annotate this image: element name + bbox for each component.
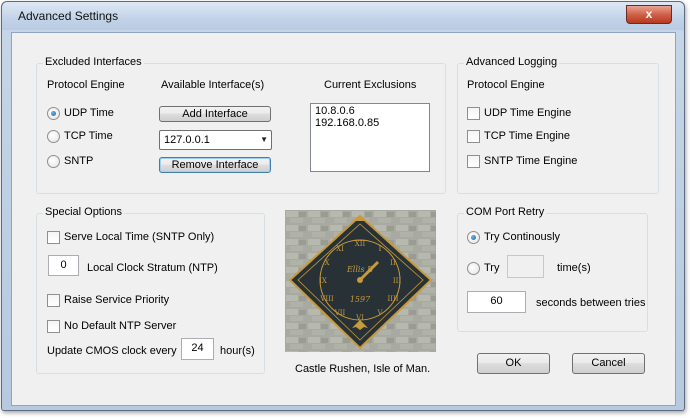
svg-text:V: V [376,309,383,317]
tcp-time-radio[interactable] [47,130,60,143]
raise-service-priority-label[interactable]: Raise Service Priority [64,294,169,306]
udp-time-radio[interactable] [47,107,60,120]
com-port-retry-group: COM Port Retry Try Continously Try time(… [457,206,648,332]
serve-local-time-checkbox[interactable] [47,231,60,244]
cmos-hours-input[interactable]: 24 [181,338,214,360]
udp-time-label[interactable]: UDP Time [64,107,114,119]
clock-image: XII I II III IIII V VI VII VIII IX X XI … [285,210,436,352]
udp-time-engine-checkbox[interactable] [467,107,480,120]
svg-text:X: X [325,259,330,267]
exclusion-item[interactable]: 10.8.0.6 [315,105,425,117]
svg-text:II: II [390,259,396,267]
advanced-logging-legend: Advanced Logging [464,56,560,68]
try-continuously-label[interactable]: Try Continously [484,231,560,243]
serve-local-time-label[interactable]: Serve Local Time (SNTP Only) [64,231,214,243]
tcp-time-label[interactable]: TCP Time [64,130,113,142]
castle-clock-photo: XII I II III IIII V VI VII VIII IX X XI … [285,210,436,352]
interface-select[interactable]: 127.0.0.1 ▼ [159,130,272,150]
sntp-label[interactable]: SNTP [64,155,93,167]
title-bar[interactable]: Advanced Settings x [2,2,684,30]
times-label: time(s) [557,262,591,274]
ok-button[interactable]: OK [477,353,550,374]
available-interfaces-header: Available Interface(s) [161,79,265,91]
svg-text:VIII: VIII [319,295,334,303]
special-options-legend: Special Options [43,206,125,218]
clock-year-text: 1597 [350,295,371,304]
current-exclusions-header: Current Exclusions [324,79,417,91]
try-continuously-radio[interactable] [467,231,480,244]
add-interface-button[interactable]: Add Interface [159,106,271,122]
try-count-input[interactable] [507,255,544,278]
tcp-time-engine-label[interactable]: TCP Time Engine [484,130,570,142]
local-clock-stratum-label: Local Clock Stratum (NTP) [87,262,218,274]
close-button[interactable]: x [626,5,672,24]
remove-interface-button[interactable]: Remove Interface [159,157,271,173]
local-clock-stratum-input[interactable]: 0 [48,255,79,276]
udp-time-engine-label[interactable]: UDP Time Engine [484,107,571,119]
sntp-radio[interactable] [47,155,60,168]
special-options-group: Special Options Serve Local Time (SNTP O… [36,206,265,374]
svg-text:III: III [393,277,402,285]
raise-service-priority-checkbox[interactable] [47,294,60,307]
svg-text:XII: XII [355,240,366,248]
try-count-label[interactable]: Try [484,262,499,274]
chevron-down-icon: ▼ [260,135,268,144]
sntp-time-engine-checkbox[interactable] [467,155,480,168]
excluded-interfaces-legend: Excluded Interfaces [43,56,144,68]
exclusion-item[interactable]: 192.168.0.85 [315,117,425,129]
protocol-engine-header: Protocol Engine [47,79,125,91]
excluded-interfaces-group: Excluded Interfaces Protocol Engine Avai… [36,56,446,194]
cmos-update-prefix: Update CMOS clock every [47,345,177,357]
svg-text:VII: VII [334,309,346,317]
window-title: Advanced Settings [18,9,119,23]
cmos-update-suffix: hour(s) [220,345,255,357]
sntp-time-engine-label[interactable]: SNTP Time Engine [484,155,577,167]
no-default-ntp-checkbox[interactable] [47,320,60,333]
cancel-button[interactable]: Cancel [572,353,645,374]
seconds-between-input[interactable]: 60 [467,291,526,313]
dialog-window: Advanced Settings x Excluded Interfaces … [1,1,685,411]
dialog-client-area: Excluded Interfaces Protocol Engine Avai… [11,32,676,406]
tcp-time-engine-checkbox[interactable] [467,130,480,143]
seconds-between-label: seconds between tries [536,297,646,309]
logging-protocol-engine-header: Protocol Engine [467,79,545,91]
current-exclusions-list[interactable]: 10.8.0.6 192.168.0.85 [310,103,430,172]
photo-caption: Castle Rushen, Isle of Man. [295,363,431,375]
svg-text:XI: XI [336,245,344,253]
no-default-ntp-label[interactable]: No Default NTP Server [64,320,176,332]
svg-text:IIII: IIII [387,295,398,303]
try-count-radio[interactable] [467,262,480,275]
advanced-logging-group: Advanced Logging Protocol Engine UDP Tim… [457,56,659,194]
com-port-retry-legend: COM Port Retry [464,206,547,218]
close-icon: x [645,7,653,21]
svg-text:IX: IX [319,277,327,285]
interface-select-value: 127.0.0.1 [164,134,210,146]
svg-text:I: I [379,245,382,253]
